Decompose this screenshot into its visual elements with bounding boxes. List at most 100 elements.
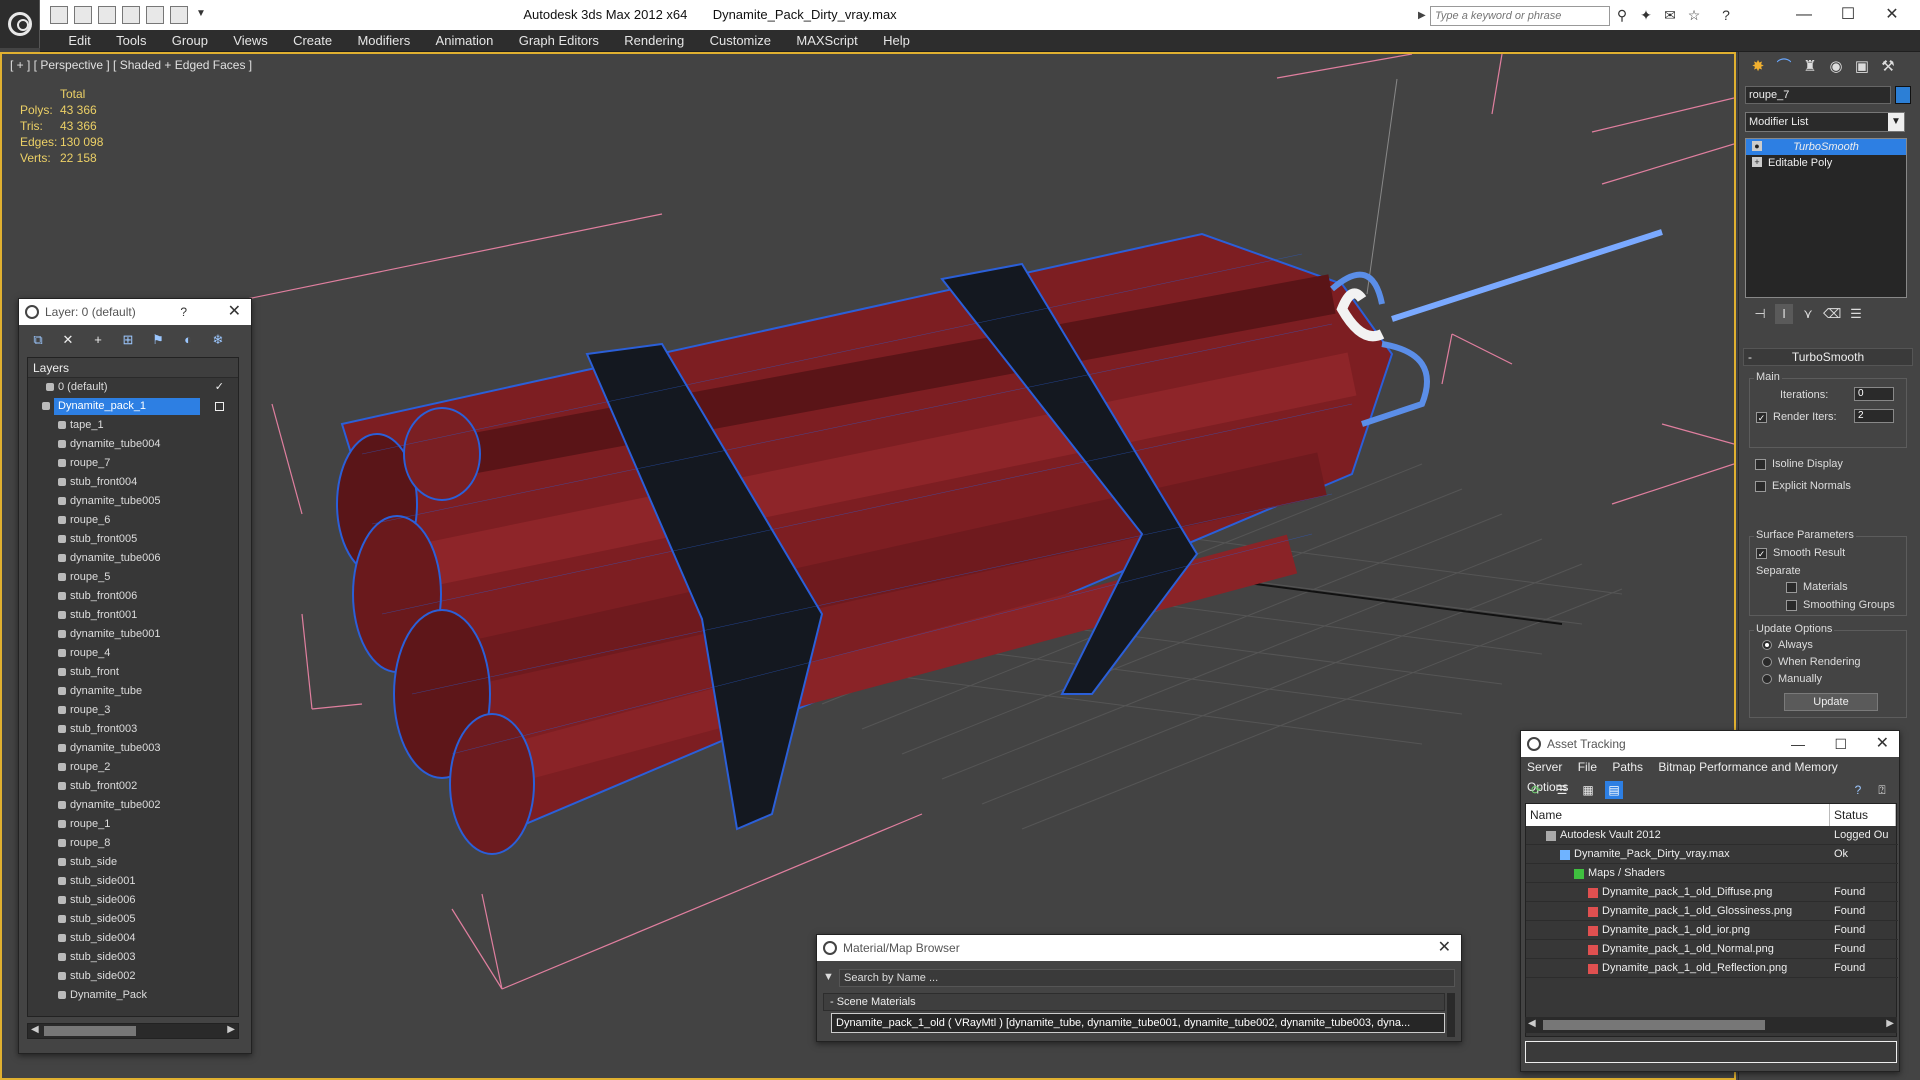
layer-horizontal-scrollbar[interactable]: ◀ ▶ [27, 1023, 239, 1039]
layer-object-row[interactable]: tape_1 [28, 416, 238, 435]
isoline-display-checkbox[interactable] [1755, 458, 1766, 470]
layer-object-row[interactable]: roupe_5 [28, 568, 238, 587]
menu-tools[interactable]: Tools [105, 30, 157, 52]
layer-object-row[interactable]: Dynamite_Pack [28, 986, 238, 1005]
favorites-star-icon[interactable]: ☆ [1686, 7, 1702, 23]
minimize-icon[interactable]: — [1791, 731, 1805, 757]
hide-all-layers-icon[interactable]: ◐ [179, 331, 197, 349]
search-by-name-field[interactable]: Search by Name ... [839, 969, 1455, 987]
maximize-icon[interactable]: ☐ [1834, 731, 1847, 757]
turbosmooth-rollout-header[interactable]: - TurboSmooth [1743, 348, 1913, 366]
layers-column-header[interactable]: Layers [28, 358, 238, 378]
layer-object-row[interactable]: roupe_3 [28, 701, 238, 720]
menu-maxscript[interactable]: MAXScript [785, 30, 868, 52]
subscription-icon[interactable]: ✦ [1638, 7, 1654, 23]
maximize-icon[interactable]: ☐ [1826, 0, 1870, 30]
object-name-field[interactable]: roupe_7 [1745, 86, 1891, 104]
layer-object-row[interactable]: stub_front004 [28, 473, 238, 492]
layer-object-row[interactable]: stub_side001 [28, 872, 238, 891]
asset-row[interactable]: Dynamite_pack_1_old_Diffuse.png Found [1526, 883, 1898, 902]
material-vertical-scrollbar[interactable] [1447, 993, 1455, 1037]
lightbulb-icon[interactable]: ● [1752, 141, 1762, 151]
update-button[interactable]: Update [1784, 693, 1878, 711]
communication-icon[interactable]: ✉ [1662, 7, 1678, 23]
list-view-icon[interactable]: ☰ [1553, 781, 1571, 799]
redo-icon[interactable] [146, 6, 164, 24]
menu-edit[interactable]: Edit [57, 30, 101, 52]
layer-row-default[interactable]: 0 (default) ✓ [28, 378, 238, 397]
asset-table[interactable]: Name Status Autodesk Vault 2012 Logged Ou… [1525, 803, 1898, 1037]
close-icon[interactable]: ✕ [1438, 935, 1451, 961]
new-layer-icon[interactable]: ⧉ [29, 331, 47, 349]
layer-object-row[interactable]: dynamite_tube003 [28, 739, 238, 758]
scroll-right-icon[interactable]: ▶ [1886, 1018, 1894, 1029]
utilities-tab-icon[interactable]: ⚒ [1877, 56, 1899, 78]
asset-row[interactable]: Dynamite_pack_1_old_Normal.png Found [1526, 940, 1898, 959]
asset-row[interactable]: Dynamite_pack_1_old_Reflection.png Found [1526, 959, 1898, 978]
scroll-left-icon[interactable]: ◀ [1528, 1018, 1536, 1029]
undo-icon[interactable] [122, 6, 140, 24]
layer-object-row[interactable]: stub_front006 [28, 587, 238, 606]
status-column-header[interactable]: Status [1830, 804, 1896, 826]
modifier-stack[interactable]: ● TurboSmooth + Editable Poly [1745, 138, 1907, 298]
asset-horizontal-scrollbar[interactable]: ◀ ▶ [1525, 1017, 1897, 1033]
layer-object-row[interactable]: stub_side002 [28, 967, 238, 986]
help-icon[interactable]: ? [1718, 7, 1734, 23]
layer-select-box[interactable] [215, 402, 224, 411]
always-radio[interactable] [1762, 640, 1772, 651]
quick-access-dropdown-icon[interactable]: ▼ [196, 8, 206, 19]
layer-object-row[interactable]: dynamite_tube004 [28, 435, 238, 454]
add-to-layer-icon[interactable]: + [89, 331, 107, 349]
search-box[interactable] [1430, 6, 1610, 26]
layer-object-row[interactable]: stub_front001 [28, 606, 238, 625]
layer-object-row[interactable]: roupe_6 [28, 511, 238, 530]
layer-object-row[interactable]: roupe_4 [28, 644, 238, 663]
layer-object-row[interactable]: roupe_7 [28, 454, 238, 473]
layer-row-dynamite-pack[interactable]: Dynamite_pack_1 [28, 397, 238, 416]
scroll-thumb[interactable] [1543, 1020, 1765, 1030]
menu-animation[interactable]: Animation [425, 30, 505, 52]
layer-object-row[interactable]: stub_front003 [28, 720, 238, 739]
layer-object-row[interactable]: roupe_8 [28, 834, 238, 853]
filter-funnel-icon[interactable]: ▼ [823, 971, 835, 983]
close-icon[interactable]: ✕ [228, 299, 241, 325]
layer-object-row[interactable]: stub_front005 [28, 530, 238, 549]
asset-row[interactable]: Dynamite_pack_1_old_Glossiness.png Found [1526, 902, 1898, 921]
asset-row[interactable]: Dynamite_Pack_Dirty_vray.max Ok [1526, 845, 1898, 864]
stack-item-turbosmooth[interactable]: ● TurboSmooth [1746, 139, 1906, 155]
asset-path-field[interactable] [1525, 1041, 1897, 1063]
menu-views[interactable]: Views [222, 30, 278, 52]
perspective-viewport[interactable]: [ + ] [ Perspective ] [ Shaded + Edged F… [0, 52, 1736, 1080]
whats-this-icon[interactable]: ⍰ [1873, 781, 1891, 799]
scroll-thumb[interactable] [44, 1026, 136, 1036]
layer-object-row[interactable]: stub_side003 [28, 948, 238, 967]
layer-object-row[interactable]: stub_side004 [28, 929, 238, 948]
object-color-swatch[interactable] [1895, 86, 1911, 104]
project-folder-icon[interactable] [170, 6, 188, 24]
search-input[interactable] [1431, 7, 1609, 25]
iterations-spinner[interactable]: 0 [1854, 387, 1894, 401]
layer-list[interactable]: Layers 0 (default) ✓ Dynamite_pack_1 tape… [27, 357, 239, 1017]
menu-modifiers[interactable]: Modifiers [346, 30, 421, 52]
table-view-icon[interactable]: ▤ [1605, 781, 1623, 799]
active-layer-check-icon[interactable]: ✓ [215, 378, 224, 397]
menu-graph-editors[interactable]: Graph Editors [508, 30, 610, 52]
material-item[interactable]: Dynamite_pack_1_old ( VRayMtl ) [dynamit… [831, 1013, 1445, 1033]
when-rendering-radio[interactable] [1762, 657, 1772, 668]
highlight-layer-icon[interactable]: ⚑ [149, 331, 167, 349]
layer-object-row[interactable]: stub_front002 [28, 777, 238, 796]
make-unique-icon[interactable]: ⋎ [1799, 304, 1817, 324]
layer-object-row[interactable]: dynamite_tube [28, 682, 238, 701]
scroll-left-icon[interactable]: ◀ [31, 1024, 39, 1035]
thumbnail-view-icon[interactable]: ▦ [1579, 781, 1597, 799]
layer-object-row[interactable]: dynamite_tube002 [28, 796, 238, 815]
stack-item-editable-poly[interactable]: + Editable Poly [1746, 155, 1906, 171]
help-icon[interactable]: ? [1849, 781, 1867, 799]
select-in-layer-icon[interactable]: ⊞ [119, 331, 137, 349]
layer-object-row[interactable]: stub_side [28, 853, 238, 872]
menu-file[interactable]: File [1578, 760, 1597, 774]
open-file-icon[interactable] [74, 6, 92, 24]
new-file-icon[interactable] [50, 6, 68, 24]
motion-tab-icon[interactable]: ◉ [1825, 56, 1847, 78]
manually-radio[interactable] [1762, 674, 1772, 685]
